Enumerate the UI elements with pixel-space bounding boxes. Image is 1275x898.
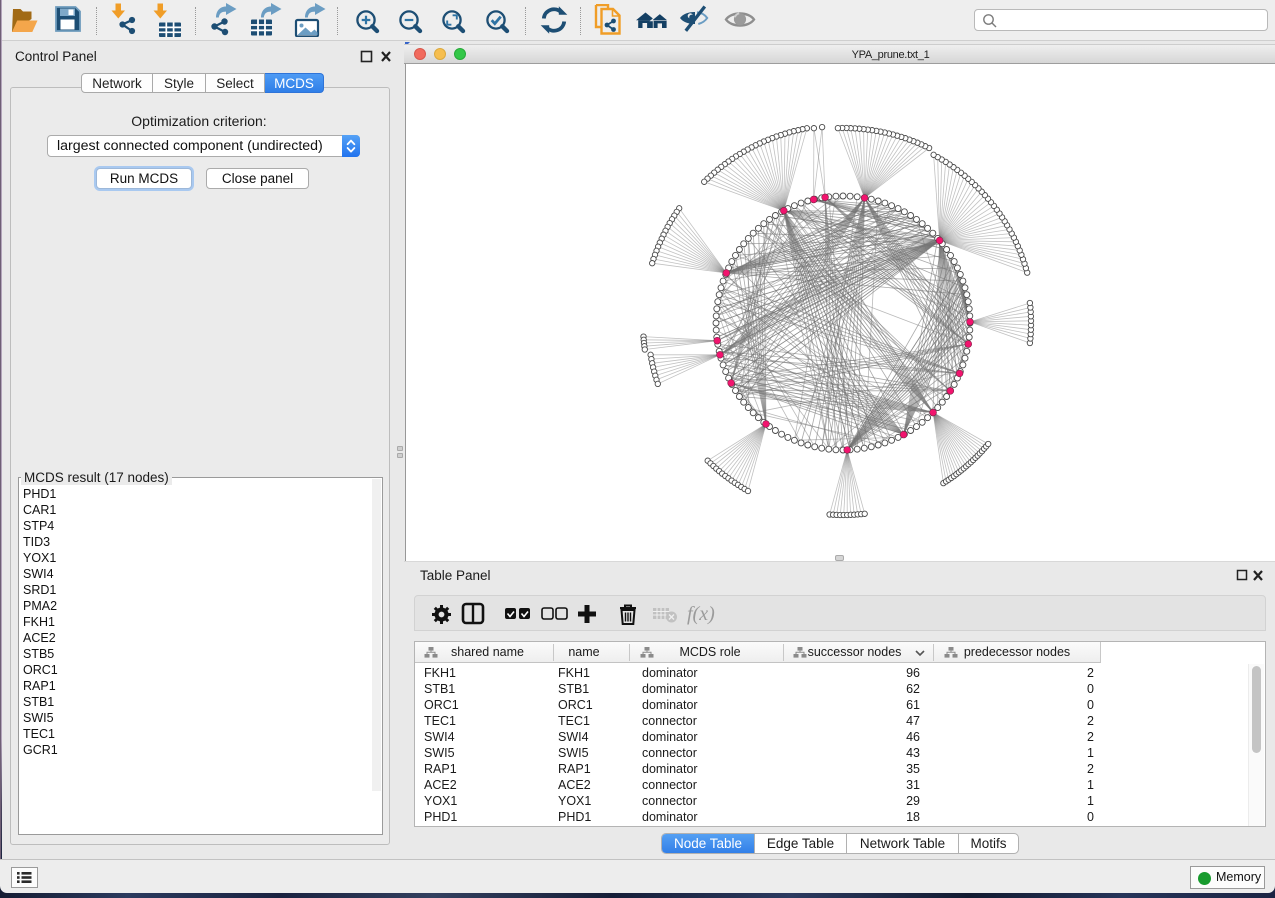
- svg-text:f(x): f(x): [687, 603, 715, 625]
